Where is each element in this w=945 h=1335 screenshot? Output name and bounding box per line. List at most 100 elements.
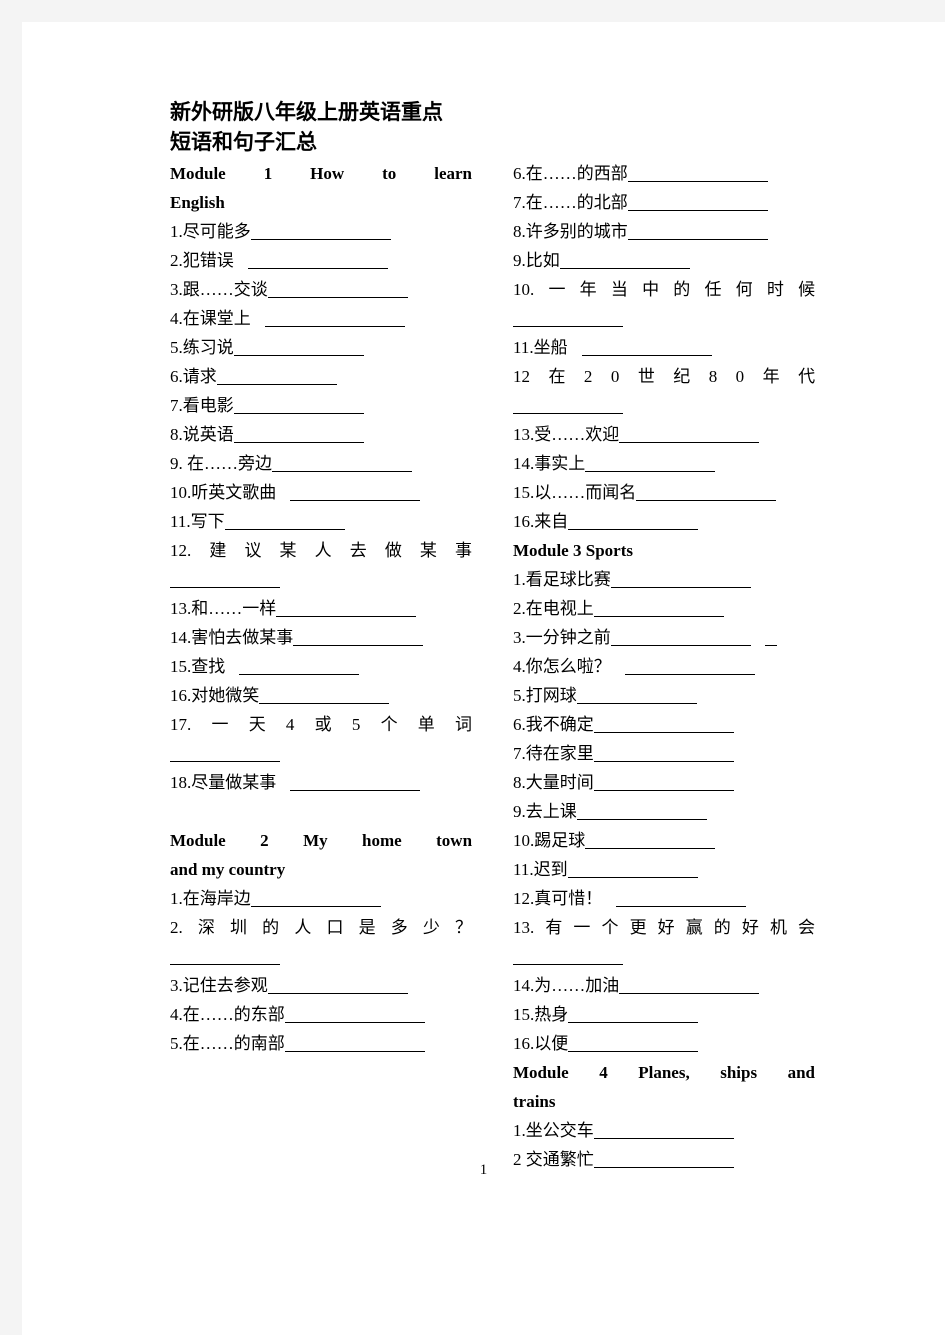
list-item-label: 在课堂上 [182, 309, 251, 328]
answer-blank[interactable] [267, 976, 408, 994]
answer-blank[interactable] [272, 454, 412, 472]
answer-blank[interactable] [170, 570, 280, 588]
answer-blank[interactable] [576, 802, 707, 820]
list-item-char: 的 [673, 280, 691, 299]
answer-blank[interactable] [513, 947, 623, 965]
list-item-char: 某 [419, 541, 437, 560]
list-item: 6.在……的西部 [513, 159, 815, 188]
answer-blank[interactable] [636, 483, 777, 501]
answer-blank[interactable] [585, 454, 716, 472]
list-item-char: 一 [573, 918, 591, 937]
list-item-char: 0 [735, 367, 745, 386]
answer-blank[interactable] [593, 599, 724, 617]
answer-blank[interactable] [290, 483, 421, 501]
answer-blank[interactable] [233, 425, 364, 443]
answer-blank[interactable] [619, 425, 760, 443]
list-item-label: 热身 [534, 1005, 569, 1024]
list-item-number: 9. [170, 454, 183, 473]
list-item: 16.对她微笑 [170, 681, 472, 710]
answer-blank[interactable] [513, 309, 623, 327]
answer-blank[interactable] [284, 1005, 425, 1023]
answer-blank[interactable] [568, 1005, 699, 1023]
answer-blank[interactable] [216, 367, 337, 385]
list-item-number: 3. [170, 976, 183, 995]
answer-blank[interactable] [239, 657, 360, 675]
list-item: 7.在……的北部 [513, 188, 815, 217]
left-column: Module 1 How to learn English 1.尽可能多 2.犯错… [170, 159, 472, 1058]
list-item-label: 你怎么啦？ [525, 657, 611, 676]
answer-blank[interactable] [233, 338, 364, 356]
answer-blank[interactable] [585, 831, 716, 849]
list-item: 10.听英文歌曲 [170, 478, 472, 507]
answer-blank[interactable] [610, 570, 751, 588]
answer-blank[interactable] [170, 947, 280, 965]
list-item: 11.坐船 [513, 333, 815, 362]
list-item-char: 何 [735, 280, 753, 299]
list-item: 15.查找 [170, 652, 472, 681]
answer-blank[interactable] [593, 1121, 734, 1139]
list-item-number: 5. [170, 338, 183, 357]
list-item-number: 10. [513, 831, 535, 850]
list-item: 7.待在家里 [513, 739, 815, 768]
answer-blank[interactable] [513, 396, 623, 414]
answer-blank[interactable] [627, 193, 768, 211]
list-item-number: 11. [170, 512, 191, 531]
heading-word: town [436, 831, 473, 850]
answer-blank[interactable] [247, 251, 388, 269]
answer-blank[interactable] [593, 715, 734, 733]
answer-blank[interactable] [264, 309, 405, 327]
list-item-char: 建 [209, 541, 227, 560]
answer-blank[interactable] [593, 744, 734, 762]
list-item-number: 16. [170, 686, 192, 705]
module-2-heading-line2: and my country [170, 860, 286, 879]
list-item-label: 事实上 [534, 454, 586, 473]
list-item: 3.记住去参观 [170, 971, 472, 1000]
list-item-label: 在……的南部 [182, 1034, 285, 1053]
answer-blank-extra[interactable] [764, 628, 777, 646]
answer-blank[interactable] [616, 889, 747, 907]
answer-blank[interactable] [593, 773, 734, 791]
page-number: 1 [479, 1162, 488, 1178]
answer-blank[interactable] [290, 773, 421, 791]
list-item-char: 年 [762, 367, 780, 386]
answer-blank[interactable] [568, 1034, 699, 1052]
answer-blank[interactable] [581, 338, 712, 356]
answer-blank[interactable] [567, 860, 698, 878]
list-item: 10.踢足球 [513, 826, 815, 855]
list-item-char: 更 [629, 918, 647, 937]
answer-blank[interactable] [624, 657, 755, 675]
list-item-label: 坐船 [533, 338, 568, 357]
answer-blank[interactable] [233, 396, 364, 414]
answer-blank[interactable] [627, 222, 768, 240]
answer-blank[interactable] [250, 222, 391, 240]
answer-blank[interactable] [610, 628, 751, 646]
answer-blank[interactable] [170, 744, 280, 762]
list-item-label: 害怕去做某事 [191, 628, 294, 647]
list-item-number: 12. [513, 889, 535, 908]
list-item-char: ？ [455, 918, 473, 937]
list-item-answer-blank-line [513, 391, 815, 420]
answer-blank[interactable] [276, 599, 417, 617]
list-item-char: 少 [422, 918, 440, 937]
answer-blank[interactable] [576, 686, 697, 704]
list-item-label: 以便 [534, 1034, 569, 1053]
module-2-heading: Module 2 My home town [170, 826, 472, 855]
answer-blank[interactable] [568, 512, 699, 530]
answer-blank[interactable] [559, 251, 690, 269]
list-item: 1.在海岸边 [170, 884, 472, 913]
list-item-number: 15. [170, 657, 192, 676]
module-4-heading-line2: trains [513, 1092, 556, 1111]
answer-blank[interactable] [224, 512, 345, 530]
page-title-line2: 短语和句子汇总 [170, 130, 317, 154]
answer-blank[interactable] [619, 976, 760, 994]
module-3-section: Module 3 Sports 1.看足球比赛 2.在电视上 3.一分钟之前 4.你怎… [513, 536, 815, 1058]
answer-blank[interactable] [627, 164, 768, 182]
answer-blank[interactable] [293, 628, 424, 646]
answer-blank[interactable] [250, 889, 381, 907]
list-item-label: 许多别的城市 [525, 222, 628, 241]
list-item-char: 年 [579, 280, 597, 299]
answer-blank[interactable] [284, 1034, 425, 1052]
list-item: 16.以便 [513, 1029, 815, 1058]
answer-blank[interactable] [267, 280, 408, 298]
answer-blank[interactable] [259, 686, 390, 704]
